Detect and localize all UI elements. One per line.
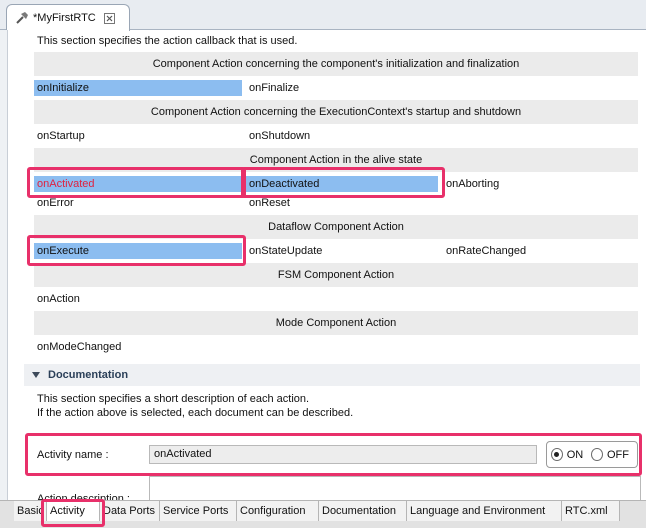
radio-on-label: ON [566,448,584,461]
action-onStateUpdate[interactable]: onStateUpdate [246,243,322,259]
activity-name-field[interactable]: onActivated [149,445,537,464]
action-onAborting[interactable]: onAborting [443,176,499,192]
action-description-label: Action description : [37,493,130,500]
action-onActivated[interactable]: onActivated [34,176,242,192]
action-onRateChanged[interactable]: onRateChanged [443,243,526,259]
section-header-mode: Mode Component Action [34,311,638,335]
close-icon[interactable] [103,12,115,24]
tab-configuration[interactable]: Configuration [237,501,319,521]
documentation-line-2: If the action above is selected, each do… [37,407,354,419]
bottom-tab-bar: Basic Activity Data Ports Service Ports … [0,500,646,528]
action-description-field[interactable] [149,476,641,502]
radio-off[interactable] [591,448,603,461]
action-onDeactivated[interactable]: onDeactivated [246,176,438,192]
action-onModeChanged[interactable]: onModeChanged [34,339,121,355]
section-header-dataflow: Dataflow Component Action [34,215,638,239]
section-header-init-finalize: Component Action concerning the componen… [34,52,638,76]
action-onError[interactable]: onError [34,195,74,211]
tab-data-ports[interactable]: Data Ports [100,501,160,521]
action-onAction[interactable]: onAction [34,291,80,307]
intro-text: This section specifies the action callba… [37,35,298,47]
activity-name-label: Activity name : [37,449,109,461]
documentation-line-1: This section specifies a short descripti… [37,393,310,405]
editor-tab-bar: *MyFirstRTC [0,0,646,31]
tab-basic[interactable]: Basic [14,501,47,521]
on-off-radio-group: ON OFF [546,441,638,468]
tab-service-ports[interactable]: Service Ports [160,501,237,521]
left-gutter [0,30,8,500]
action-onReset[interactable]: onReset [246,195,290,211]
collapse-triangle-icon[interactable] [32,372,40,378]
action-onInitialize[interactable]: onInitialize [34,80,242,96]
tab-rtc-xml[interactable]: RTC.xml [562,501,620,521]
documentation-header-label: Documentation [48,369,129,381]
editor-tab[interactable]: *MyFirstRTC [6,4,130,31]
action-onExecute[interactable]: onExecute [34,243,242,259]
radio-on-dot [554,452,560,457]
section-header-fsm: FSM Component Action [34,263,638,287]
documentation-section-header[interactable]: Documentation [24,364,640,386]
tab-activity[interactable]: Activity [47,501,100,521]
section-header-startup-shutdown: Component Action concerning the Executio… [34,100,638,124]
action-onStartup[interactable]: onStartup [34,128,85,144]
action-onShutdown[interactable]: onShutdown [246,128,310,144]
editor-tab-title: *MyFirstRTC [33,12,96,24]
tab-documentation[interactable]: Documentation [319,501,407,521]
hammer-icon [16,12,28,24]
tab-language-environment[interactable]: Language and Environment [407,501,562,521]
section-header-alive-state: Component Action in the alive state [34,148,638,172]
radio-on[interactable] [551,448,563,461]
radio-off-label: OFF [607,448,629,461]
action-onFinalize[interactable]: onFinalize [246,80,299,96]
